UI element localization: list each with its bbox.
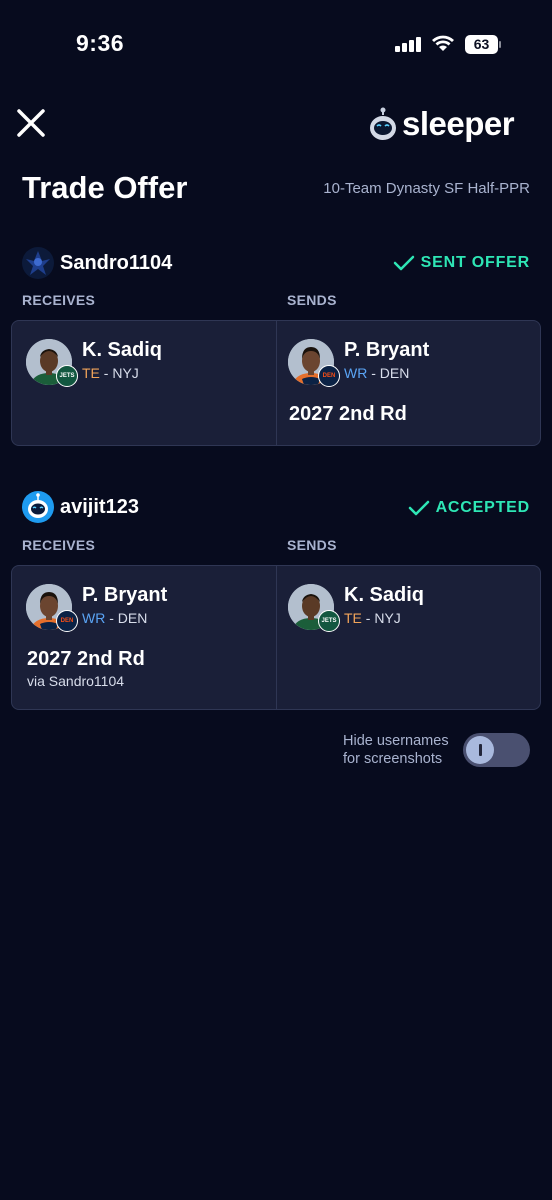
player-row[interactable]: JETS K. Sadiq TE - NYJ: [288, 584, 425, 632]
sends-label: SENDS: [287, 292, 337, 308]
trade-card[interactable]: DEN P. Bryant WR - DEN 2027 2nd Rd via S…: [11, 565, 541, 710]
player-avatar: DEN: [288, 339, 340, 387]
page-title: Trade Offer: [22, 170, 188, 205]
draft-pick: 2027 2nd Rd: [289, 403, 407, 425]
player-position: TE: [344, 610, 362, 626]
sleeper-mascot-icon: [370, 107, 396, 140]
player-team: - DEN: [367, 365, 410, 381]
close-icon[interactable]: [14, 106, 48, 140]
player-position: WR: [344, 365, 368, 381]
avatar: [22, 491, 54, 523]
sleeper-logo: sleeper: [368, 104, 515, 144]
status-badge: SENT OFFER: [393, 251, 530, 275]
hide-usernames-toggle[interactable]: [463, 733, 530, 767]
check-icon: [408, 500, 429, 516]
player-row[interactable]: DEN P. Bryant WR - DEN: [26, 584, 168, 632]
sends-label: SENDS: [287, 537, 337, 553]
player-team: - NYJ: [361, 610, 401, 626]
battery-icon: 63: [465, 35, 501, 54]
player-position-team: TE - NYJ: [82, 365, 162, 381]
check-icon: [393, 255, 414, 271]
receives-label: RECEIVES: [22, 292, 96, 308]
card-divider: [276, 566, 277, 709]
team-logo-icon: DEN: [56, 610, 78, 632]
player-position-team: WR - DEN: [344, 365, 429, 381]
draft-pick: 2027 2nd Rd: [27, 648, 145, 670]
trade-card[interactable]: JETS K. Sadiq TE - NYJ DEN P. Bryant WR …: [11, 320, 541, 446]
team-logo-icon: DEN: [318, 365, 340, 387]
team-logo-icon: JETS: [56, 365, 78, 387]
player-position-team: WR - DEN: [82, 610, 167, 626]
battery-level: 63: [465, 35, 498, 54]
league-name: 10-Team Dynasty SF Half-PPR: [323, 180, 530, 197]
hide-usernames-line2: for screenshots: [343, 751, 443, 767]
card-divider: [276, 321, 277, 445]
status-text: SENT OFFER: [420, 254, 530, 271]
player-team: - DEN: [105, 610, 148, 626]
logo-text: sleeper: [402, 105, 515, 142]
player-row[interactable]: DEN P. Bryant WR - DEN: [288, 339, 430, 387]
player-row[interactable]: JETS K. Sadiq TE - NYJ: [26, 339, 163, 387]
team-logo-icon: JETS: [318, 610, 340, 632]
status-badge: ACCEPTED: [408, 496, 530, 520]
player-avatar: DEN: [26, 584, 78, 632]
toggle-knob: [466, 736, 494, 764]
player-name: K. Sadiq: [82, 339, 163, 361]
hide-usernames-line1: Hide usernames: [343, 733, 449, 749]
status-text: ACCEPTED: [435, 499, 530, 516]
player-team: - NYJ: [99, 365, 139, 381]
player-position: WR: [82, 610, 106, 626]
player-position-team: TE - NYJ: [344, 610, 424, 626]
username: Sandro1104: [60, 251, 173, 274]
player-name: P. Bryant: [82, 584, 168, 606]
signal-icon: [395, 37, 423, 52]
player-avatar: JETS: [26, 339, 78, 387]
pick-via: via Sandro1104: [27, 673, 125, 689]
player-position: TE: [82, 365, 100, 381]
username: avijit123: [60, 495, 139, 518]
player-name: P. Bryant: [344, 339, 430, 361]
wifi-icon: [431, 34, 455, 52]
avatar: [22, 247, 54, 279]
trade-user-row[interactable]: Sandro1104: [22, 246, 172, 280]
trade-user-row[interactable]: avijit123: [22, 490, 139, 524]
receives-label: RECEIVES: [22, 537, 96, 553]
player-name: K. Sadiq: [344, 584, 425, 606]
player-avatar: JETS: [288, 584, 340, 632]
status-time: 9:36: [76, 30, 125, 56]
hide-usernames-label: Hide usernames for screenshots: [343, 732, 449, 768]
